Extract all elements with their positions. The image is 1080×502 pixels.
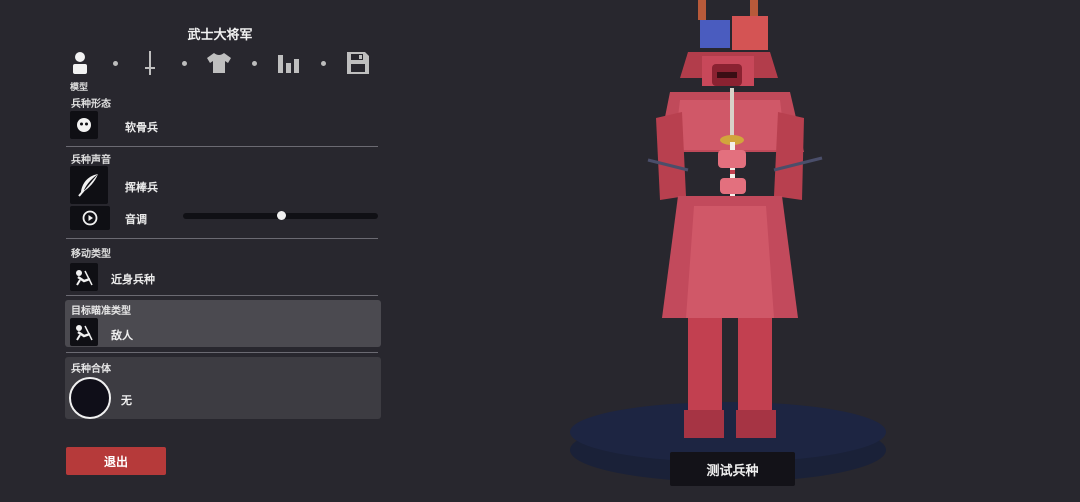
movement-type-value: 近身兵种: [111, 273, 155, 286]
person-icon: [73, 52, 87, 74]
unit-creator-screen: 武士大将军 模型 兵种形态 软骨兵 兵种声音 挥棒兵 音调 移动类型 近身兵种 …: [0, 0, 1080, 502]
unit-name-title[interactable]: 武士大将军: [150, 24, 290, 43]
unit-voice-label: 兵种声音: [71, 155, 111, 166]
unit-combine-label: 兵种合体: [71, 364, 111, 375]
movement-type-selector[interactable]: 近身兵种: [66, 262, 380, 292]
toolbar-separator-dot: [252, 61, 257, 66]
unit-preview-scene: [560, 0, 900, 502]
shirt-icon: [207, 53, 231, 73]
play-icon: [82, 210, 98, 226]
editor-toolbar: 模型: [66, 48, 386, 93]
unit-voice-value: 挥棒兵: [125, 181, 158, 194]
section-divider: [66, 146, 378, 147]
melee-icon: [70, 263, 98, 291]
pitch-slider-handle[interactable]: [276, 211, 286, 220]
toolbar-separator-dot: [182, 61, 187, 66]
movement-type-label: 移动类型: [71, 249, 111, 260]
toolbar-separator-dot: [321, 61, 326, 66]
pitch-label: 音调: [125, 213, 147, 226]
model-tab-label: 模型: [70, 83, 89, 93]
unit-voice-selector[interactable]: 挥棒兵: [66, 166, 380, 204]
target-enemy-icon: [70, 318, 98, 346]
feather-icon: [70, 166, 108, 204]
toolbar-separator-dot: [113, 61, 118, 66]
unit-form-selector[interactable]: 软骨兵: [66, 108, 380, 140]
model-tab[interactable]: [66, 48, 94, 78]
stats-icon: [278, 55, 299, 73]
pitch-slider[interactable]: [183, 211, 378, 220]
sword-icon: [145, 51, 155, 75]
unit-form-value: 软骨兵: [125, 121, 158, 134]
save-icon: [347, 52, 369, 74]
targeting-panel[interactable]: 目标瞄准类型 敌人: [65, 300, 381, 347]
ragdoll-icon: [70, 111, 98, 139]
unit-combine-value: 无: [121, 394, 132, 407]
weapon-tab[interactable]: [136, 48, 164, 78]
stats-tab[interactable]: [275, 48, 303, 78]
combine-slot-circle[interactable]: [69, 377, 111, 419]
section-divider: [66, 238, 378, 239]
section-divider: [66, 352, 378, 353]
exit-button[interactable]: 退出: [66, 447, 166, 475]
samurai-model[interactable]: [560, 0, 900, 502]
unit-combine-panel[interactable]: 兵种合体 无: [65, 357, 381, 419]
save-tab[interactable]: [344, 48, 372, 78]
clothing-tab[interactable]: [205, 48, 233, 78]
test-unit-button[interactable]: 测试兵种: [670, 452, 795, 486]
targeting-type-value: 敌人: [111, 329, 133, 342]
section-divider: [66, 295, 378, 296]
play-voice-button[interactable]: [70, 206, 110, 230]
targeting-type-label: 目标瞄准类型: [71, 306, 131, 317]
